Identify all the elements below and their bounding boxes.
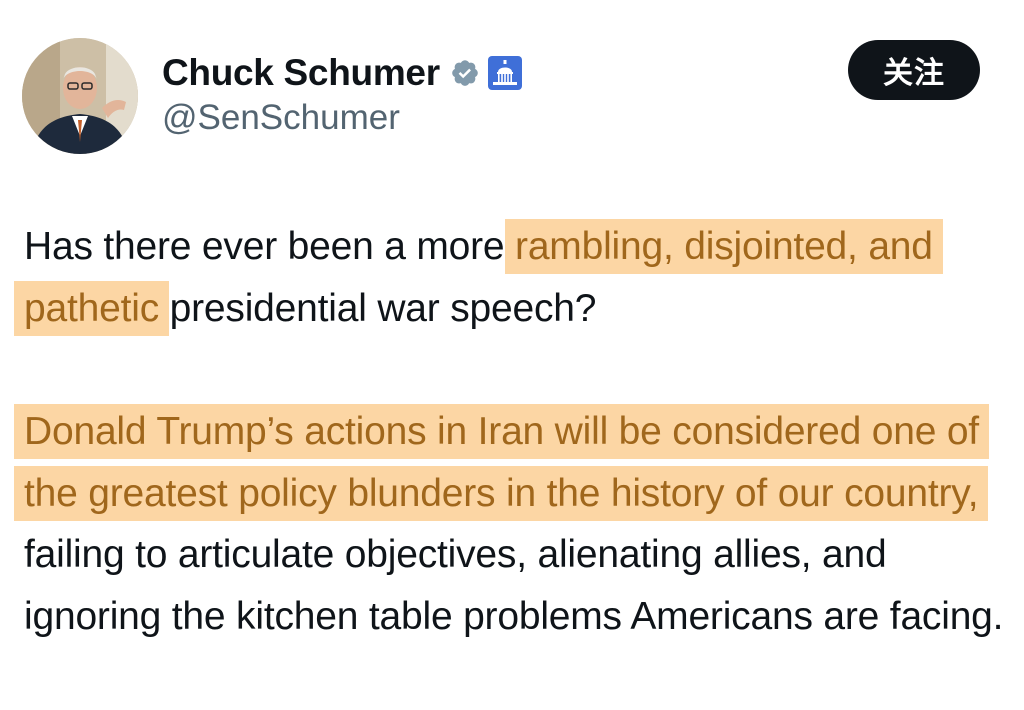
tweet-paragraph: Donald Trump’s actions in Iran will be c…	[14, 401, 1004, 647]
tweet-text-segment: presidential war speech?	[159, 286, 597, 330]
tweet-text-segment: failing to articulate objectives, aliena…	[24, 533, 1004, 638]
tweet-text: Has there ever been a more rambling, dis…	[14, 216, 1004, 647]
verified-badge-icon[interactable]	[450, 58, 480, 88]
avatar[interactable]	[22, 38, 138, 154]
follow-button[interactable]: 关注	[848, 40, 980, 100]
user-handle[interactable]: @SenSchumer	[162, 98, 400, 138]
tweet-paragraph: Has there ever been a more rambling, dis…	[14, 216, 1004, 339]
tweet-header: Chuck Schumer @SenSchumer 关注	[22, 38, 1002, 156]
highlighted-text: Donald Trump’s actions in Iran will be c…	[14, 404, 989, 521]
name-row: Chuck Schumer	[162, 48, 522, 98]
tweet-text-segment: Has there ever been a more	[24, 225, 516, 268]
capitol-building-icon[interactable]	[487, 56, 522, 90]
display-name[interactable]: Chuck Schumer	[162, 52, 440, 94]
